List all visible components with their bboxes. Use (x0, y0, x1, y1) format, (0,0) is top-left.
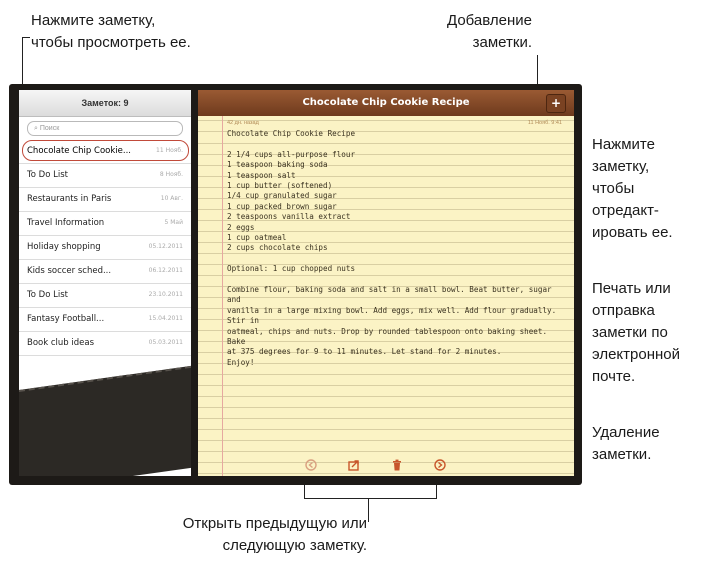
note-list-item[interactable]: Restaurants in Paris 10 Авг. (19, 188, 191, 212)
leader-line (304, 484, 305, 498)
callout-add-note: Добавление заметки. (447, 12, 532, 51)
leader-line (368, 498, 369, 522)
left-arrow-circle-icon[interactable] (305, 459, 317, 471)
leader-line (22, 37, 30, 38)
note-list-item[interactable]: To Do List 23.10.2011 (19, 284, 191, 308)
note-list-item[interactable]: Fantasy Football... 15.04.2011 (19, 308, 191, 332)
note-list-item[interactable]: Book club ideas 05.03.2011 (19, 332, 191, 356)
note-list-item[interactable]: To Do List 8 Нояб. (19, 164, 191, 188)
note-timestamp: 11 Нояб. 9:41 (527, 120, 562, 126)
note-list-item[interactable]: Holiday shopping 05.12.2011 (19, 236, 191, 260)
callout-edit-note: Нажмите заметку, чтобы отредакт- ировать… (592, 136, 673, 241)
note-title-bar: Chocolate Chip Cookie Recipe + (198, 90, 574, 116)
callout-delete-note: Удаление заметки. (592, 424, 660, 463)
leader-line (304, 498, 437, 499)
trash-icon[interactable] (391, 459, 403, 471)
callout-view-note: Нажмите заметку, чтобы просмотреть ее. (31, 12, 191, 51)
note-editor[interactable]: Chocolate Chip Cookie Recipe + 42 дн. на… (198, 90, 574, 476)
note-list-item[interactable]: Kids soccer sched... 06.12.2011 (19, 260, 191, 284)
callout-share-note: Печать или отправка заметки по электронн… (592, 280, 680, 385)
note-list-item[interactable]: Travel Information 5 Май (19, 212, 191, 236)
paper-margin-line (222, 116, 223, 476)
callout-navigate-notes: Открыть предыдущую или следующую заметку… (182, 515, 367, 554)
notes-count-title: Заметок: 9 (19, 90, 191, 117)
selected-note-highlight (22, 140, 189, 161)
leather-cover-decoration (19, 365, 191, 476)
note-relative-date: 42 дн. назад (227, 120, 259, 126)
search-input[interactable]: ⌕ Поиск (27, 121, 183, 136)
notes-list: Chocolate Chip Cookie... 11 Нояб. To Do L… (19, 140, 191, 356)
add-note-button[interactable]: + (546, 94, 566, 113)
right-arrow-circle-icon[interactable] (434, 459, 446, 471)
leader-line (436, 484, 437, 498)
notes-app-screen: Заметок: 9 ⌕ Поиск Chocolate Chip Cookie… (9, 84, 582, 485)
note-body-text[interactable]: Chocolate Chip Cookie Recipe 2 1/4 cups … (227, 129, 557, 368)
share-icon[interactable] (348, 459, 360, 471)
note-title: Chocolate Chip Cookie Recipe (302, 97, 470, 108)
